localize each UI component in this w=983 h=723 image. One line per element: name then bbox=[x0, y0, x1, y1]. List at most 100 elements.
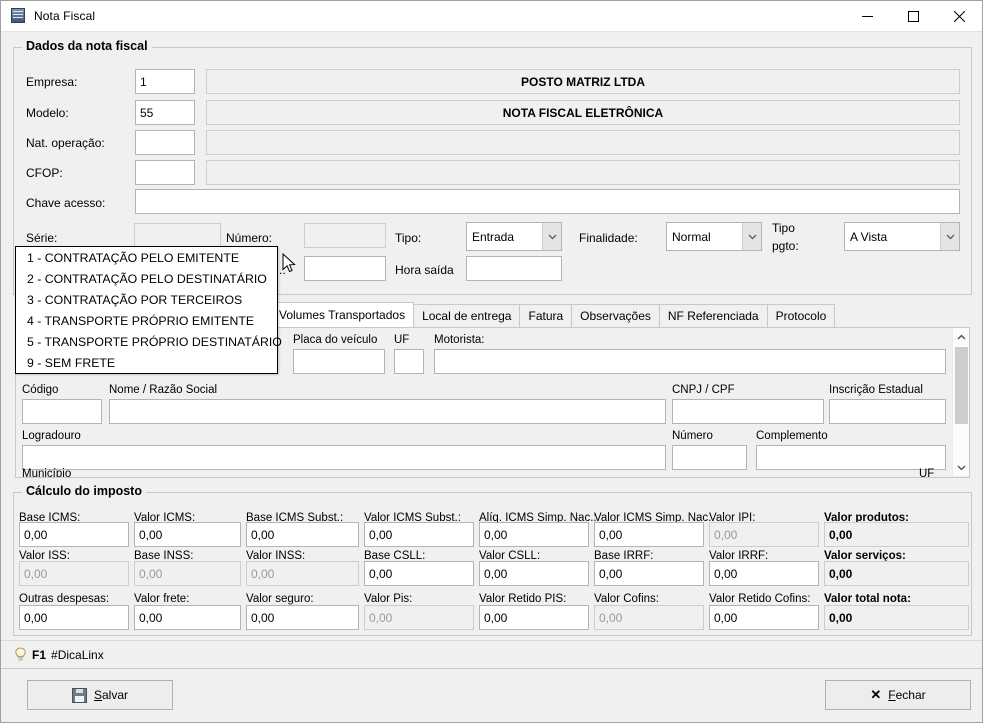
frete-option[interactable]: 2 - CONTRATAÇÃO PELO DESTINATÁRIO bbox=[16, 268, 277, 289]
frete-dropdown-list[interactable]: 1 - CONTRATAÇÃO PELO EMITENTE 2 - CONTRA… bbox=[15, 246, 282, 374]
close-rest: echar bbox=[895, 688, 926, 702]
finalidade-select[interactable]: Normal bbox=[666, 222, 762, 251]
label-cnpj-cpf: CNPJ / CPF bbox=[672, 384, 735, 396]
imposto-field[interactable]: 0,00 bbox=[479, 561, 589, 586]
imposto-field[interactable]: 0,00 bbox=[19, 522, 129, 547]
tab-local-de-entrega[interactable]: Local de entrega bbox=[413, 304, 521, 327]
cnpj-cpf-input[interactable] bbox=[672, 399, 824, 424]
numero-input[interactable] bbox=[304, 223, 386, 248]
save-rest: alvar bbox=[102, 688, 129, 702]
codigo-input[interactable] bbox=[22, 399, 102, 424]
tab-fatura[interactable]: Fatura bbox=[519, 304, 573, 327]
label-data-saida: .: bbox=[279, 263, 286, 277]
logradouro-input[interactable] bbox=[22, 445, 666, 470]
frete-option[interactable]: 5 - TRANSPORTE PRÓPRIO DESTINATÁRIO bbox=[16, 331, 282, 352]
finalidade-select-value: Normal bbox=[672, 229, 711, 244]
placa-veiculo-input[interactable] bbox=[293, 349, 385, 374]
label-numero: Número: bbox=[226, 231, 273, 245]
close-button-label: Fechar bbox=[888, 688, 925, 702]
tab-label: Fatura bbox=[528, 309, 564, 323]
complemento-input[interactable] bbox=[756, 445, 946, 470]
frete-option[interactable]: 3 - CONTRATAÇÃO POR TERCEIROS bbox=[16, 289, 277, 310]
group-title-dados: Dados da nota fiscal bbox=[22, 39, 152, 53]
imposto-field[interactable]: 0,00 bbox=[134, 522, 241, 547]
frete-option[interactable]: 4 - TRANSPORTE PRÓPRIO EMITENTE bbox=[16, 310, 277, 331]
hint-bar: F1 #DicaLinx bbox=[1, 640, 982, 668]
imposto-field[interactable]: 0,00 bbox=[19, 561, 129, 586]
label-nome-razao-social: Nome / Razão Social bbox=[109, 384, 218, 396]
imposto-field[interactable]: 0,00 bbox=[709, 522, 819, 547]
minimize-button[interactable] bbox=[844, 1, 890, 32]
imposto-field[interactable]: 0,00 bbox=[709, 605, 819, 630]
motorista-input[interactable] bbox=[434, 349, 946, 374]
uf-veiculo-input[interactable] bbox=[394, 349, 424, 374]
chave-acesso-input[interactable] bbox=[135, 189, 960, 214]
label-hora-saida: Hora saída bbox=[395, 263, 454, 277]
hint-key: F1 bbox=[32, 647, 47, 662]
numero-endereco-input[interactable] bbox=[672, 445, 747, 470]
imposto-label: Valor Retido Cofins: bbox=[709, 593, 811, 605]
tipo-select[interactable]: Entrada bbox=[466, 222, 562, 251]
imposto-field[interactable]: 0,00 bbox=[19, 605, 129, 630]
scroll-up-icon[interactable] bbox=[953, 328, 969, 345]
hora-saida-input[interactable] bbox=[466, 256, 562, 281]
x-icon: ✕ bbox=[870, 687, 882, 702]
tab-observacoes[interactable]: Observações bbox=[571, 304, 660, 327]
imposto-field[interactable]: 0,00 bbox=[364, 561, 474, 586]
imposto-field: 0,00 bbox=[824, 605, 969, 630]
imposto-field[interactable]: 0,00 bbox=[594, 561, 704, 586]
panel-scrollbar[interactable] bbox=[952, 328, 969, 476]
imposto-field[interactable]: 0,00 bbox=[364, 522, 474, 547]
cfop-code-input[interactable] bbox=[135, 160, 195, 185]
inscricao-estadual-input[interactable] bbox=[829, 399, 946, 424]
frete-option[interactable]: 1 - CONTRATAÇÃO PELO EMITENTE bbox=[16, 247, 277, 268]
imposto-field[interactable]: 0,00 bbox=[134, 605, 241, 630]
nome-razao-social-input[interactable] bbox=[109, 399, 666, 424]
imposto-field[interactable]: 0,00 bbox=[246, 605, 359, 630]
label-cfop: CFOP: bbox=[26, 166, 63, 180]
imposto-field[interactable]: 0,00 bbox=[594, 605, 704, 630]
imposto-field[interactable]: 0,00 bbox=[479, 605, 589, 630]
imposto-field[interactable]: 0,00 bbox=[709, 561, 819, 586]
imposto-field[interactable]: 0,00 bbox=[364, 605, 474, 630]
imposto-field: 0,00 bbox=[824, 561, 969, 586]
tipo-pgto-select[interactable]: A Vista bbox=[844, 222, 960, 251]
imposto-label: Valor frete: bbox=[134, 593, 190, 605]
serie-input[interactable] bbox=[134, 223, 221, 248]
scroll-down-icon[interactable] bbox=[953, 459, 969, 476]
modelo-description-field: NOTA FISCAL ELETRÔNICA bbox=[206, 100, 960, 125]
modelo-code-input[interactable]: 55 bbox=[135, 100, 195, 125]
imposto-field[interactable]: 0,00 bbox=[246, 561, 359, 586]
empresa-code-input[interactable]: 1 bbox=[135, 69, 195, 94]
tab-nf-referenciada[interactable]: NF Referenciada bbox=[658, 304, 768, 327]
maximize-button[interactable] bbox=[890, 1, 936, 32]
chevron-down-icon bbox=[742, 223, 761, 250]
label-empresa: Empresa: bbox=[26, 75, 78, 89]
tipo-select-value: Entrada bbox=[472, 229, 515, 244]
cfop-description-field bbox=[206, 160, 960, 185]
imposto-label: Valor seguro: bbox=[246, 593, 314, 605]
scrollbar-thumb[interactable] bbox=[955, 347, 968, 424]
imposto-field[interactable]: 0,00 bbox=[594, 522, 704, 547]
tab-protocolo[interactable]: Protocolo bbox=[766, 304, 836, 327]
close-button[interactable] bbox=[936, 1, 982, 32]
close-dialog-button[interactable]: ✕ Fechar bbox=[825, 680, 971, 710]
frete-option[interactable]: 9 - SEM FRETE bbox=[16, 352, 277, 373]
tab-label: NF Referenciada bbox=[667, 309, 759, 323]
imposto-field[interactable]: 0,00 bbox=[246, 522, 359, 547]
label-nat-operacao: Nat. operação: bbox=[26, 136, 105, 150]
save-button[interactable]: Salvar bbox=[27, 680, 173, 710]
window-title: Nota Fiscal bbox=[34, 9, 96, 23]
label-tipo-pgto-line2: pgto: bbox=[772, 239, 799, 253]
imposto-field[interactable]: 0,00 bbox=[479, 522, 589, 547]
label-complemento: Complemento bbox=[756, 430, 828, 442]
chevron-down-icon bbox=[542, 223, 561, 250]
tab-transportador-volumes[interactable]: r / Volumes Transportados bbox=[256, 302, 415, 327]
nat-operacao-code-input[interactable] bbox=[135, 130, 195, 155]
label-tipo: Tipo: bbox=[395, 231, 422, 245]
floppy-disk-icon bbox=[71, 687, 87, 703]
tab-label: r / Volumes Transportados bbox=[265, 308, 406, 322]
data-saida-input[interactable] bbox=[304, 256, 386, 281]
imposto-field[interactable]: 0,00 bbox=[134, 561, 241, 586]
label-modelo: Modelo: bbox=[26, 106, 69, 120]
